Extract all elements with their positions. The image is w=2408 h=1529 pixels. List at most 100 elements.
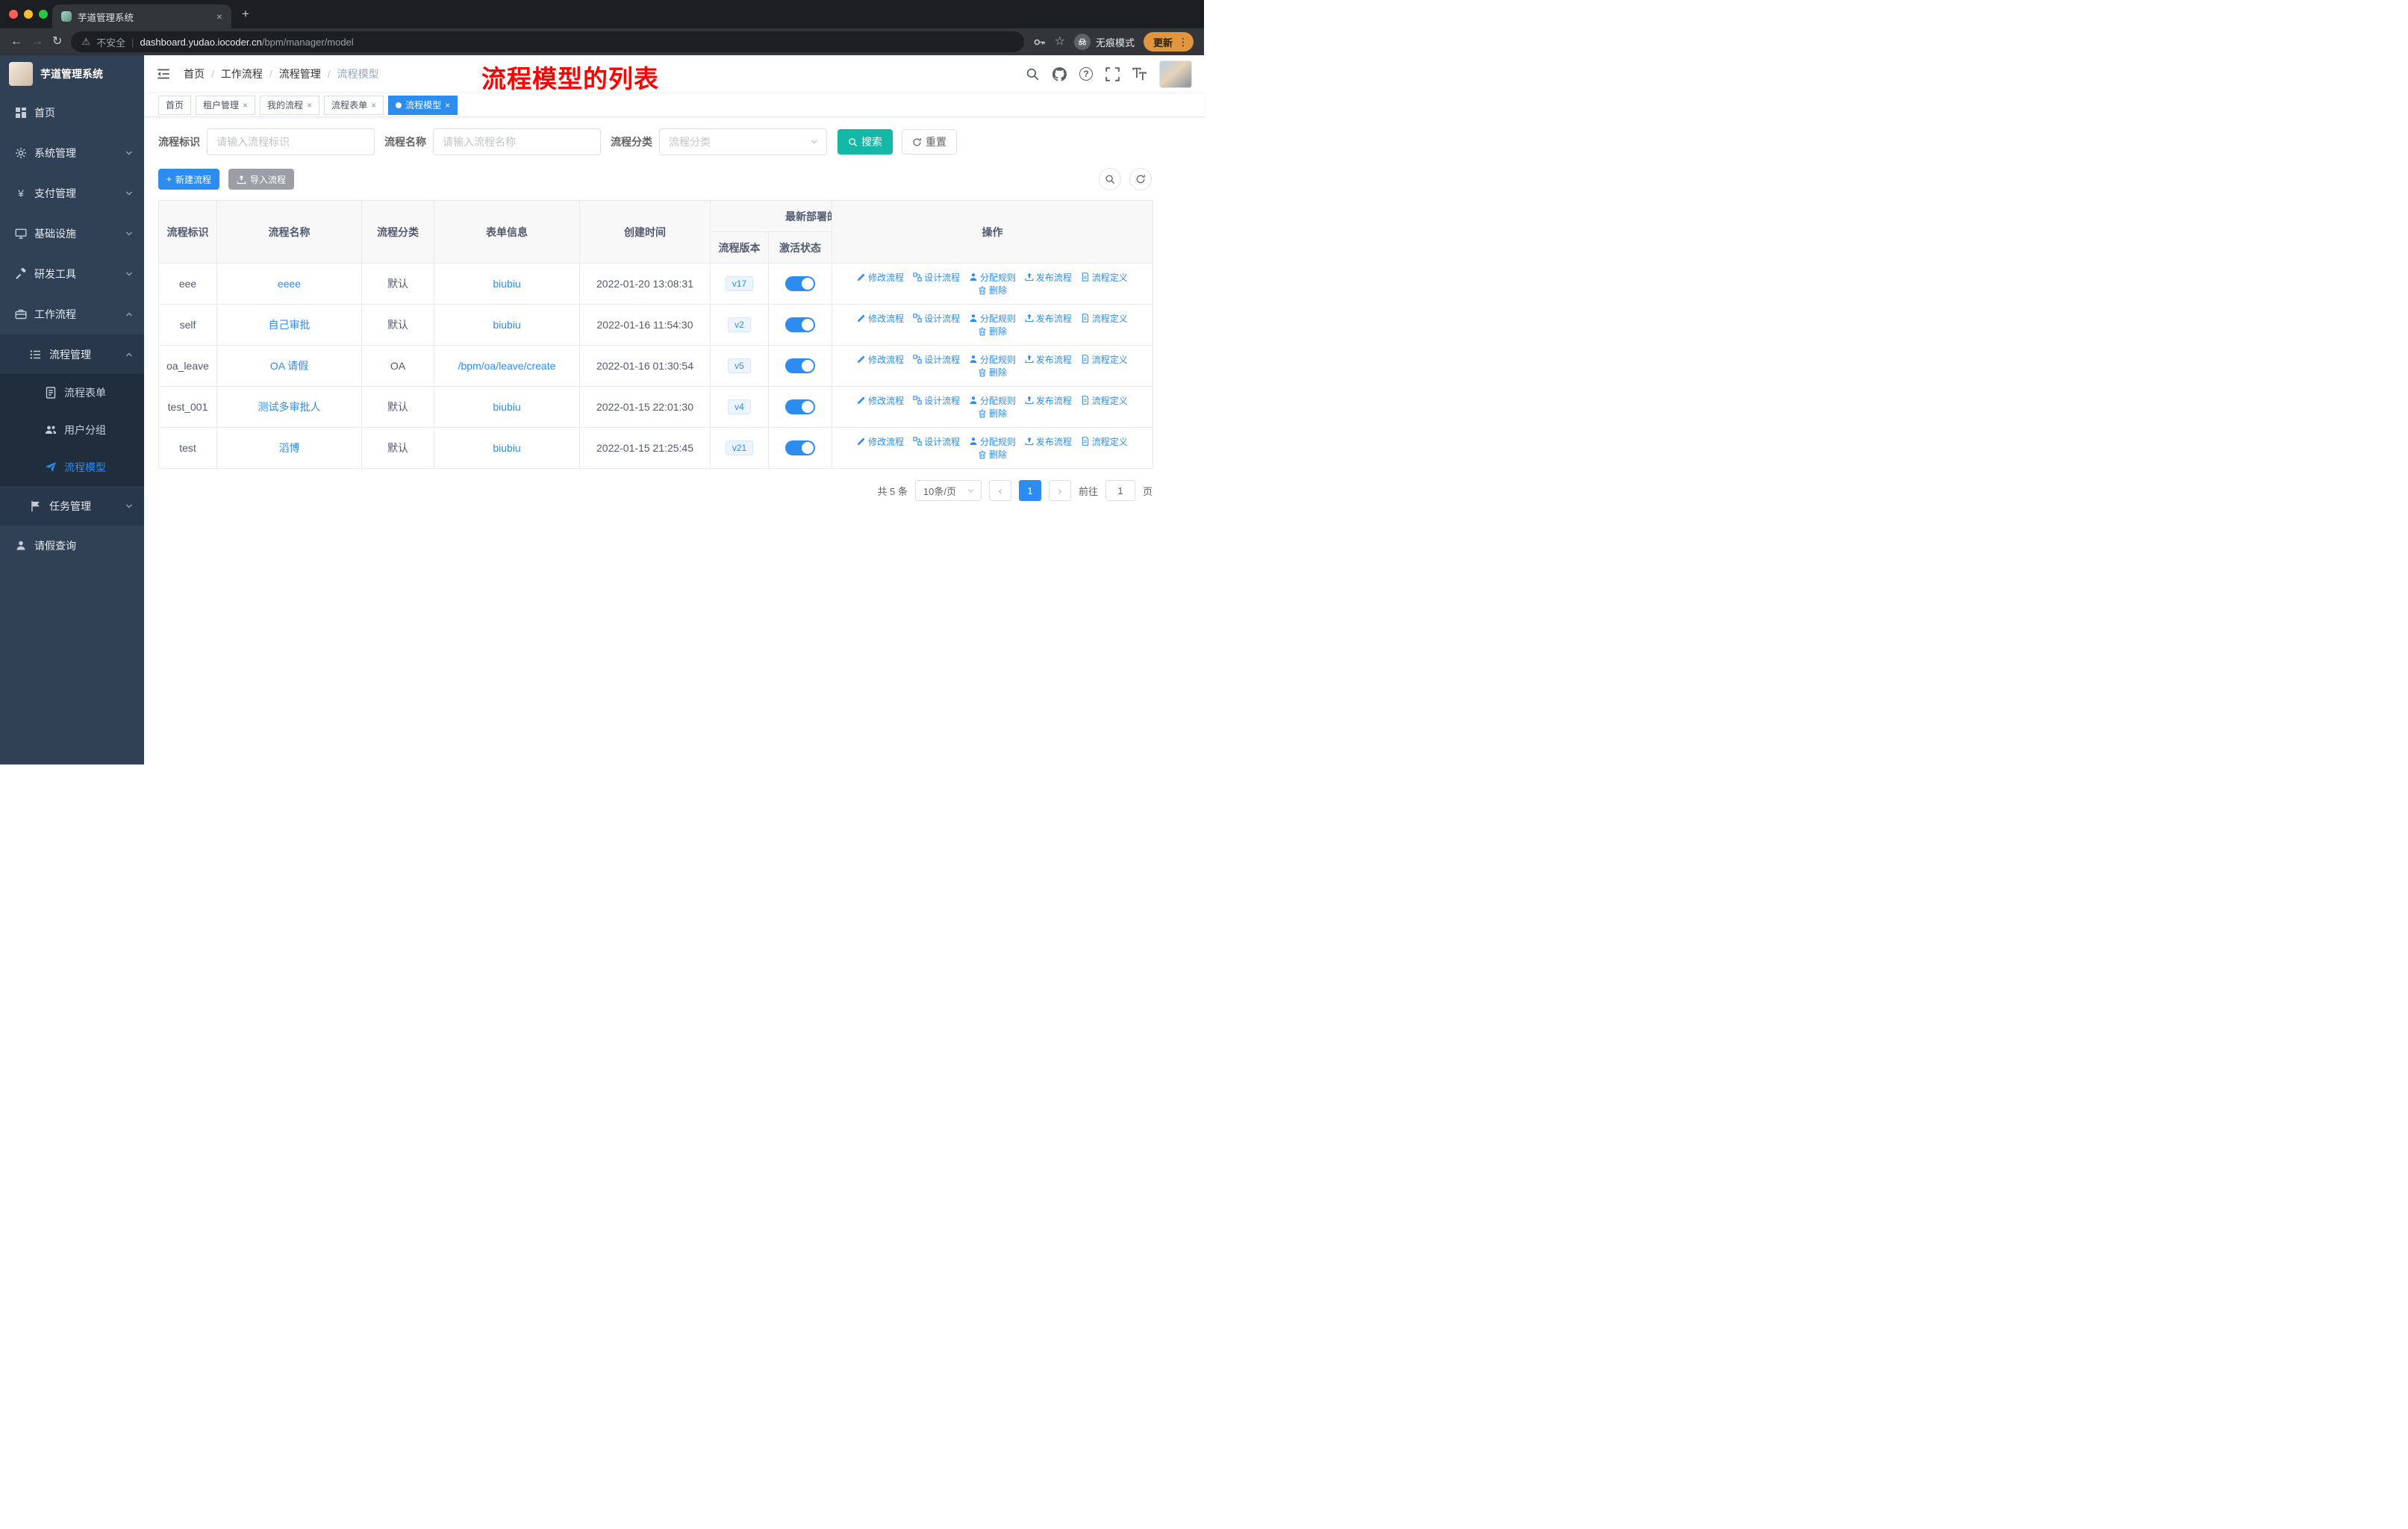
refresh-table-button[interactable] xyxy=(1129,168,1152,190)
tag-my-process[interactable]: 我的流程 × xyxy=(260,95,320,115)
next-page-button[interactable]: › xyxy=(1048,480,1071,501)
status-toggle[interactable] xyxy=(785,399,815,414)
status-toggle[interactable] xyxy=(785,440,815,455)
sidebar-item-task-management[interactable]: 任务管理 xyxy=(0,486,144,526)
chrome-update-button[interactable]: 更新 ⋮ xyxy=(1143,32,1194,52)
sidebar-item-system[interactable]: 系统管理 xyxy=(0,133,144,173)
assign-rule-link[interactable]: 分配规则 xyxy=(969,394,1016,407)
modify-process-link[interactable]: 修改流程 xyxy=(857,271,904,284)
form-link[interactable]: biubiu xyxy=(493,319,520,331)
publish-process-link[interactable]: 发布流程 xyxy=(1025,394,1072,407)
back-icon[interactable]: ← xyxy=(10,36,22,48)
process-name-link[interactable]: 测试多审批人 xyxy=(258,401,321,413)
new-tab-button[interactable]: + xyxy=(242,7,249,22)
status-toggle[interactable] xyxy=(785,358,815,373)
close-window-button[interactable] xyxy=(9,10,18,19)
minimize-window-button[interactable] xyxy=(24,10,33,19)
page-size-select[interactable]: 10条/页 xyxy=(914,480,982,501)
address-bar[interactable]: ⚠ 不安全 | dashboard.yudao.iocoder.cn/bpm/m… xyxy=(71,31,1024,52)
publish-process-link[interactable]: 发布流程 xyxy=(1025,312,1072,325)
search-icon[interactable] xyxy=(1026,67,1040,81)
modify-process-link[interactable]: 修改流程 xyxy=(857,394,904,407)
help-icon[interactable]: ? xyxy=(1079,67,1093,81)
publish-process-link[interactable]: 发布流程 xyxy=(1025,435,1072,448)
toggle-search-button[interactable] xyxy=(1099,168,1121,190)
form-link[interactable]: /bpm/oa/leave/create xyxy=(458,360,556,372)
tag-close-icon[interactable]: × xyxy=(243,100,248,110)
design-process-link[interactable]: 设计流程 xyxy=(913,435,960,448)
sidebar-item-workflow[interactable]: 工作流程 xyxy=(0,294,144,334)
search-button[interactable]: 搜索 xyxy=(838,129,893,155)
reset-button[interactable]: 重置 xyxy=(902,129,957,155)
publish-process-link[interactable]: 发布流程 xyxy=(1025,271,1072,284)
page-1-button[interactable]: 1 xyxy=(1018,480,1041,501)
delete-link[interactable]: 删除 xyxy=(978,366,1007,379)
form-link[interactable]: biubiu xyxy=(493,442,520,454)
tag-close-icon[interactable]: × xyxy=(445,100,450,110)
process-name-link[interactable]: eeee xyxy=(278,278,301,290)
tag-process-form[interactable]: 流程表单 × xyxy=(324,95,384,115)
process-definition-link[interactable]: 流程定义 xyxy=(1081,435,1128,448)
forward-icon[interactable]: → xyxy=(31,36,43,48)
process-id-input[interactable] xyxy=(207,128,375,155)
status-toggle[interactable] xyxy=(785,276,815,291)
publish-process-link[interactable]: 发布流程 xyxy=(1025,353,1072,366)
sidebar-fold-icon[interactable] xyxy=(156,66,171,81)
process-definition-link[interactable]: 流程定义 xyxy=(1081,271,1128,284)
sidebar-item-leave-query[interactable]: 请假查询 xyxy=(0,526,144,566)
process-name-link[interactable]: 滔博 xyxy=(279,442,300,454)
github-icon[interactable] xyxy=(1052,66,1067,81)
design-process-link[interactable]: 设计流程 xyxy=(913,271,960,284)
sidebar-item-process-management[interactable]: 流程管理 xyxy=(0,334,144,374)
browser-tab[interactable]: 芋道管理系统 × xyxy=(52,4,231,28)
goto-page-input[interactable] xyxy=(1105,480,1135,501)
form-link[interactable]: biubiu xyxy=(493,278,520,290)
modify-process-link[interactable]: 修改流程 xyxy=(857,312,904,325)
sidebar-item-payment[interactable]: ¥ 支付管理 xyxy=(0,173,144,214)
design-process-link[interactable]: 设计流程 xyxy=(913,394,960,407)
delete-link[interactable]: 删除 xyxy=(978,284,1007,296)
sidebar-item-home[interactable]: 首页 xyxy=(0,93,144,133)
modify-process-link[interactable]: 修改流程 xyxy=(857,353,904,366)
breadcrumb-item[interactable]: 流程管理 xyxy=(279,66,321,81)
fullscreen-icon[interactable] xyxy=(1105,66,1120,81)
status-toggle[interactable] xyxy=(785,317,815,332)
assign-rule-link[interactable]: 分配规则 xyxy=(969,312,1016,325)
process-name-link[interactable]: 自己审批 xyxy=(269,319,311,331)
form-link[interactable]: biubiu xyxy=(493,401,520,413)
design-process-link[interactable]: 设计流程 xyxy=(913,353,960,366)
sidebar-item-user-group[interactable]: 用户分组 xyxy=(0,411,144,449)
import-process-button[interactable]: 导入流程 xyxy=(228,169,295,190)
create-process-button[interactable]: + 新建流程 xyxy=(158,169,220,190)
breadcrumb-item[interactable]: 工作流程 xyxy=(221,66,263,81)
sidebar-item-process-form[interactable]: 流程表单 xyxy=(0,374,144,411)
category-select[interactable]: 流程分类 xyxy=(659,128,827,155)
tag-process-model[interactable]: 流程模型 × xyxy=(388,95,458,115)
chrome-menu-icon[interactable]: ⋮ xyxy=(1178,36,1188,49)
prev-page-button[interactable]: ‹ xyxy=(988,480,1011,501)
sidebar-item-infrastructure[interactable]: 基础设施 xyxy=(0,214,144,254)
assign-rule-link[interactable]: 分配规则 xyxy=(969,271,1016,284)
zoom-window-button[interactable] xyxy=(39,10,48,19)
process-definition-link[interactable]: 流程定义 xyxy=(1081,394,1128,407)
process-name-link[interactable]: OA 请假 xyxy=(270,360,308,372)
password-key-icon[interactable] xyxy=(1033,36,1046,49)
bookmark-star-icon[interactable]: ☆ xyxy=(1055,36,1065,48)
tab-close-icon[interactable]: × xyxy=(216,10,222,22)
tag-close-icon[interactable]: × xyxy=(307,100,312,110)
modify-process-link[interactable]: 修改流程 xyxy=(857,435,904,448)
sidebar-item-devtools[interactable]: 研发工具 xyxy=(0,254,144,294)
delete-link[interactable]: 删除 xyxy=(978,407,1007,420)
assign-rule-link[interactable]: 分配规则 xyxy=(969,435,1016,448)
sidebar-item-process-model[interactable]: 流程模型 xyxy=(0,449,144,486)
assign-rule-link[interactable]: 分配规则 xyxy=(969,353,1016,366)
tag-close-icon[interactable]: × xyxy=(371,100,376,110)
reload-icon[interactable]: ↻ xyxy=(52,36,62,48)
breadcrumb-item[interactable]: 首页 xyxy=(184,66,205,81)
tag-home[interactable]: 首页 xyxy=(158,95,192,115)
delete-link[interactable]: 删除 xyxy=(978,448,1007,461)
process-name-input[interactable] xyxy=(433,128,601,155)
design-process-link[interactable]: 设计流程 xyxy=(913,312,960,325)
delete-link[interactable]: 删除 xyxy=(978,325,1007,337)
font-size-icon[interactable] xyxy=(1132,67,1147,81)
